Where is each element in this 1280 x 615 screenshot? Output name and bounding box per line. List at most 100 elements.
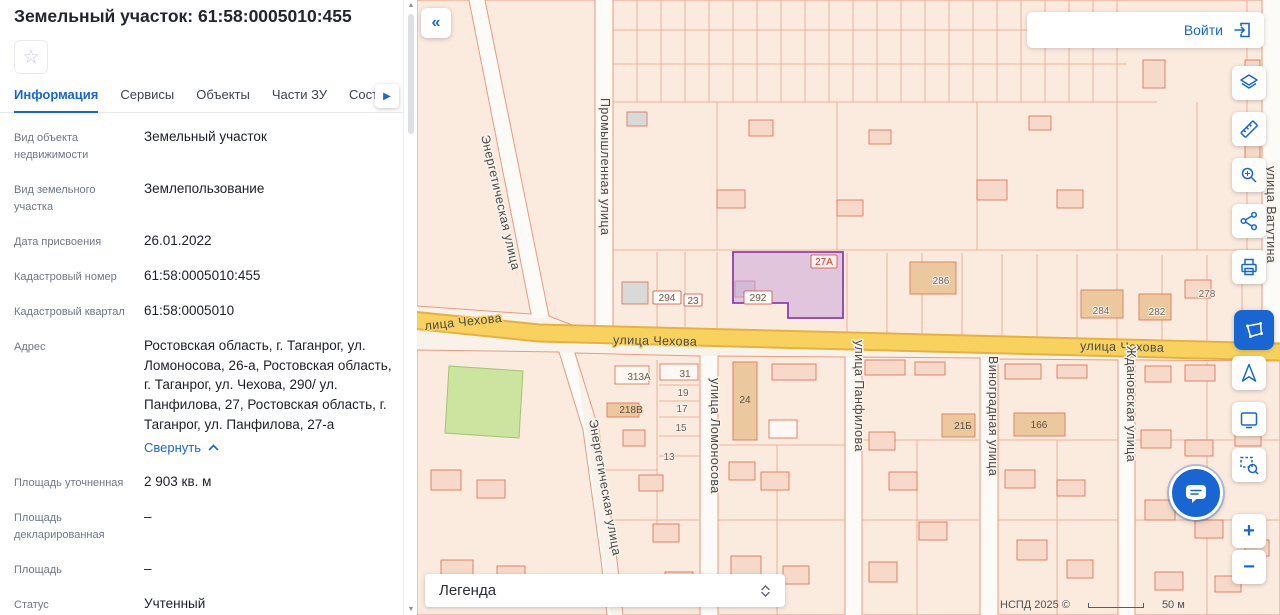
field-row: Кадастровый квартал 61:58:0005010 [0,301,403,321]
parcel-number-label: 23 [687,296,699,307]
parcel-number-label: 21Б [954,421,972,432]
field-value: Землепользование [144,181,265,197]
map-region: 294 23 292 27А 286 284 282 278 313А 31 1… [417,0,1280,615]
field-label: Дата присвоения [14,236,102,249]
frame-icon [1240,412,1258,429]
plus-icon: + [1243,520,1255,542]
street-name-label: Ждановская улица [1124,346,1138,462]
locate-me-button[interactable] [1232,356,1266,390]
login-button[interactable]: Войти [1027,12,1264,48]
field-row: Статус Учтенный [0,594,403,614]
field-row: Дата присвоения 26.01.2022 [0,231,403,251]
scale-ruler [1087,602,1144,608]
field-label: Вид объекта недвижимости [14,132,89,162]
street-name-label: улица Чехова [613,333,697,349]
collapse-address-label: Свернуть [144,440,202,456]
tab-services[interactable]: Сервисы [120,87,174,112]
ruler-icon [1240,120,1258,138]
parcel-number-label: 15 [675,423,687,434]
street-name-label: улица Чехова [1080,339,1164,355]
parcel-number-label: 278 [1199,289,1216,300]
page-title: Земельный участок: 61:58:0005010:455 [14,6,352,26]
field-row-address: Адрес Ростовская область, г. Таганрог, у… [0,336,403,457]
layers-button[interactable] [1232,66,1266,100]
tab-objects[interactable]: Объекты [196,87,250,112]
chevron-right-icon: ▶ [383,90,391,102]
parcel-number-label: 19 [677,388,689,399]
collapse-address-link[interactable]: Свернуть [144,440,219,455]
scale-label: 50 м [1161,599,1185,611]
field-value: 26.01.2022 [144,233,212,249]
field-label: Площадь уточненная [14,477,124,490]
park-area [444,365,524,439]
scroll-up-icon[interactable]: ▲ [404,2,418,9]
coordinate-search-icon [1241,167,1257,183]
layers-icon [1240,74,1258,89]
double-chevron-left-icon: « [431,14,441,31]
tabs-scroll-right-button[interactable]: ▶ [375,84,399,108]
object-info-panel: Земельный участок: 61:58:0005010:455 ☆ И… [0,0,403,615]
zoom-out-button[interactable]: − [1232,550,1266,584]
parcel-number-label: 24 [739,395,751,406]
parcel-number-label: 13 [663,452,675,463]
extent-frame-button[interactable] [1232,402,1266,436]
zoom-box-icon [1240,456,1259,475]
parcel-number-label: 284 [1093,306,1110,317]
field-value: Учтенный [144,596,206,612]
login-label: Войти [1183,22,1223,38]
login-icon [1234,22,1250,38]
field-label: Вид земельного участка [14,184,96,214]
field-label: Площадь [14,564,62,577]
field-label: Площадь декларированная [14,512,105,542]
field-value: – [144,509,152,525]
ruler-button[interactable] [1232,112,1266,146]
map-attribution-bar: НСПД 2025 © 50 м [1000,599,1185,611]
street-name-label: улица Ватутина [1264,166,1278,263]
chevron-up-icon [208,444,219,451]
coordinate-search-button[interactable] [1232,158,1266,192]
field-value: – [144,561,152,577]
collapse-panel-button[interactable]: « [421,8,451,38]
street-name-label: улица Ломоносова [708,378,722,494]
location-arrow-icon [1241,363,1257,382]
share-button[interactable] [1232,204,1266,238]
field-value: 2 903 кв. м [144,474,212,490]
parcel-number-label: 294 [659,293,676,304]
minus-icon: − [1243,556,1255,578]
share-icon [1240,211,1258,231]
measure-area-button-active[interactable] [1234,310,1274,350]
tab-bar: Информация Сервисы Объекты Части ЗУ Сост… [0,84,403,113]
field-row: Вид объекта недвижимости Земельный участ… [0,127,403,164]
field-value: 61:58:0005010 [144,303,235,319]
legend-toggle[interactable]: Легенда [425,574,785,607]
map-canvas[interactable]: 294 23 292 27А 286 284 282 278 313А 31 1… [417,0,1280,615]
tab-parcel-parts[interactable]: Части ЗУ [272,87,327,112]
panel-scrollbar[interactable]: ▲ ▼ [403,0,417,615]
tab-information[interactable]: Информация [14,87,99,113]
zoom-in-button[interactable]: + [1232,514,1266,548]
field-label: Статус [14,599,49,612]
field-row: Вид земельного участка Землепользование [0,179,403,216]
field-row: Площадь уточненная 2 903 кв. м [0,472,403,492]
field-value: Земельный участок [144,129,267,144]
parcel-number-label: 17 [676,404,688,415]
measure-area-icon [1246,322,1263,338]
parcel-number-label: 313А [627,372,651,383]
field-label: Адрес [14,341,46,354]
field-value: 61:58:0005010:455 [144,268,261,284]
field-value: Ростовская область, г. Таганрог, ул. Лом… [144,338,392,432]
scrollbar-thumb[interactable] [408,14,414,134]
attribution-text: НСПД 2025 © [1000,599,1070,611]
field-label: Кадастровый номер [14,271,117,284]
chat-button[interactable] [1169,466,1223,520]
parcel-number-label: 166 [1031,420,1048,431]
favorite-button[interactable]: ☆ [14,40,48,74]
street-name-label: Промышленная улица [598,98,612,235]
print-button[interactable] [1232,250,1266,284]
scroll-down-icon[interactable]: ▼ [404,606,418,613]
expand-collapse-icon [761,584,770,597]
field-row: Кадастровый номер 61:58:0005010:455 [0,266,403,286]
field-label: Кадастровый квартал [14,306,125,319]
zoom-box-button[interactable] [1232,448,1266,482]
parcel-number-label: 31 [679,369,691,380]
